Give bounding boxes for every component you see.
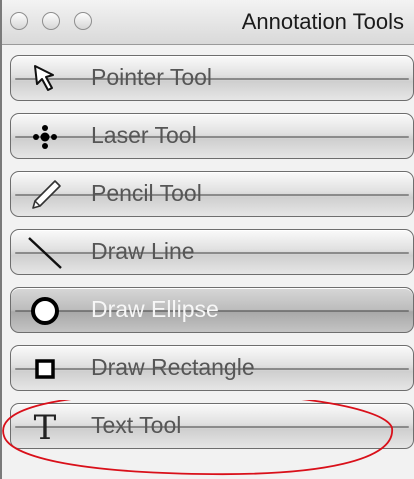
draw-line-button[interactable]: Draw Line: [10, 229, 414, 275]
title-bar[interactable]: Annotation Tools: [2, 0, 414, 45]
draw-rectangle-label: Draw Rectangle: [91, 354, 255, 380]
pointer-tool-label: Pointer Tool: [91, 64, 213, 90]
window-title: Annotation Tools: [241, 9, 404, 34]
draw-line-label: Draw Line: [91, 238, 195, 264]
pencil-icon: [25, 178, 65, 212]
laser-tool-button[interactable]: Laser Tool: [10, 113, 414, 159]
pencil-tool-button[interactable]: Pencil Tool: [10, 171, 414, 217]
svg-text:T: T: [34, 410, 57, 444]
diagonal-line-icon: [25, 236, 65, 270]
laser-dots-icon: [25, 120, 65, 154]
pencil-tool-label: Pencil Tool: [91, 180, 202, 206]
circle-icon: [25, 294, 65, 328]
square-icon: [25, 352, 65, 386]
text-tool-button[interactable]: T Text Tool: [10, 403, 414, 449]
laser-tool-label: Laser Tool: [91, 122, 197, 148]
close-window-button[interactable]: [10, 12, 28, 30]
text-t-icon: T: [25, 410, 65, 444]
zoom-window-button[interactable]: [74, 12, 92, 30]
draw-ellipse-label: Draw Ellipse: [91, 296, 219, 322]
minimize-window-button[interactable]: [42, 12, 60, 30]
text-tool-label: Text Tool: [91, 412, 182, 438]
draw-rectangle-button[interactable]: Draw Rectangle: [10, 345, 414, 391]
pointer-tool-button[interactable]: Pointer Tool: [10, 55, 414, 101]
annotation-tools-window: Annotation Tools Pointer Tool Laser Tool: [0, 0, 414, 479]
draw-ellipse-button[interactable]: Draw Ellipse: [10, 287, 414, 333]
pointer-arrow-icon: [25, 62, 65, 96]
